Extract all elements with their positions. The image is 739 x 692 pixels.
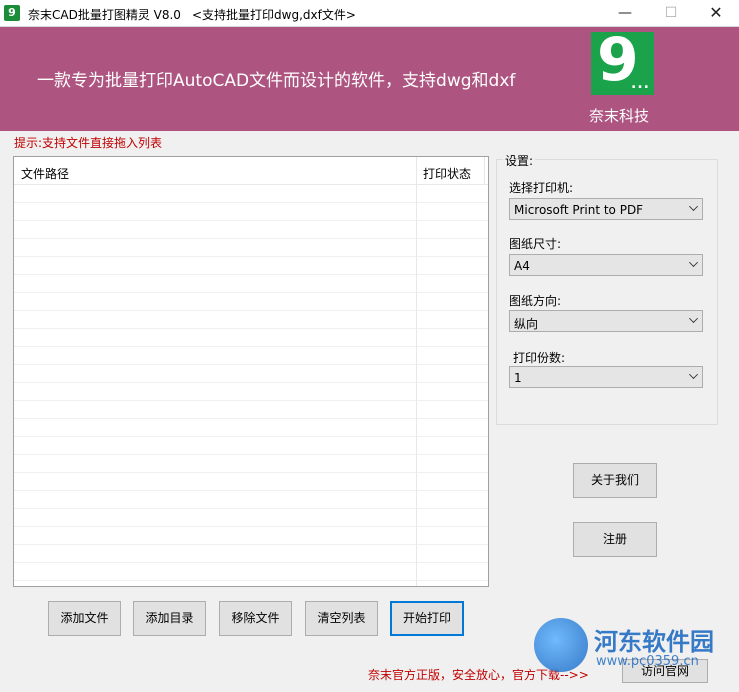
printer-value: Microsoft Print to PDF xyxy=(514,203,644,217)
window-title: 奈末CAD批量打图精灵 V8.0 xyxy=(28,8,181,22)
register-button[interactable]: 注册 xyxy=(573,522,657,557)
paper-size-value: A4 xyxy=(514,259,530,273)
about-button[interactable]: 关于我们 xyxy=(573,463,657,498)
copies-select[interactable]: 1 xyxy=(509,366,703,388)
copies-label: 打印份数: xyxy=(513,351,566,365)
column-divider xyxy=(484,157,485,185)
orientation-value: 纵向 xyxy=(514,317,539,331)
file-list[interactable]: 文件路径 打印状态 xyxy=(13,156,489,587)
watermark-url: www.pc0359.cn xyxy=(596,654,699,669)
settings-title: 设置: xyxy=(503,152,536,169)
window-subtitle: <支持批量打印dwg,dxf文件> xyxy=(192,8,356,22)
column-divider[interactable] xyxy=(416,157,417,586)
orientation-select[interactable]: 纵向 xyxy=(509,310,703,332)
banner-slogan: 一款专为批量打印AutoCAD文件而设计的软件，支持dwg和dxf xyxy=(37,71,516,91)
title-bar: 9 奈末CAD批量打图精灵 V8.0 <支持批量打印dwg,dxf文件> — ☐… xyxy=(0,0,739,27)
close-button[interactable]: ✕ xyxy=(693,0,739,27)
paper-size-label: 图纸尺寸: xyxy=(509,237,562,251)
chevron-down-icon xyxy=(689,370,698,379)
column-header-path[interactable]: 文件路径 xyxy=(21,165,69,182)
column-header-status[interactable]: 打印状态 xyxy=(423,165,471,182)
add-file-button[interactable]: 添加文件 xyxy=(48,601,121,636)
watermark-logo-icon xyxy=(534,618,588,672)
orientation-label: 图纸方向: xyxy=(509,294,562,308)
start-print-button[interactable]: 开始打印 xyxy=(390,601,464,636)
paper-size-select[interactable]: A4 xyxy=(509,254,703,276)
printer-label: 选择打印机: xyxy=(509,181,574,195)
remove-file-button[interactable]: 移除文件 xyxy=(219,601,292,636)
maximize-button[interactable]: ☐ xyxy=(648,0,694,27)
minimize-button[interactable]: — xyxy=(602,0,648,27)
header-banner: 一款专为批量打印AutoCAD文件而设计的软件，支持dwg和dxf 9 ... … xyxy=(0,27,739,131)
logo-dots: ... xyxy=(631,76,650,92)
chevron-down-icon xyxy=(689,314,698,323)
drag-drop-hint: 提示:支持文件直接拖入列表 xyxy=(14,136,163,150)
app-icon: 9 xyxy=(4,5,20,21)
chevron-down-icon xyxy=(689,258,698,267)
copies-value: 1 xyxy=(514,371,522,385)
chevron-down-icon xyxy=(689,202,698,211)
site-watermark: 河东软件园 www.pc0359.cn xyxy=(534,618,734,678)
add-folder-button[interactable]: 添加目录 xyxy=(133,601,206,636)
company-logo: 9 ... xyxy=(591,28,654,95)
clear-list-button[interactable]: 清空列表 xyxy=(305,601,378,636)
watermark-name: 河东软件园 xyxy=(594,628,714,656)
printer-select[interactable]: Microsoft Print to PDF xyxy=(509,198,703,220)
company-name: 奈末科技 xyxy=(589,107,650,125)
